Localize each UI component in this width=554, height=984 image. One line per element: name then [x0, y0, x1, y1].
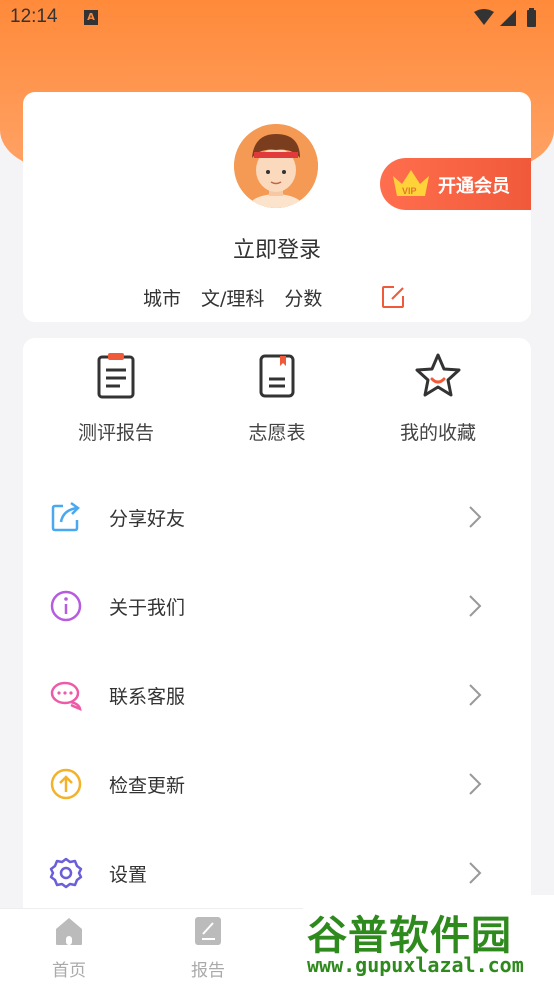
chevron-right-icon [469, 862, 482, 884]
menu-item-update[interactable]: 检查更新 [23, 739, 531, 828]
quick-report[interactable]: 测评报告 [31, 352, 201, 445]
menu-item-label: 联系客服 [109, 686, 186, 708]
score-label: 分数 [284, 288, 323, 310]
track-label: 文/理科 [201, 288, 265, 310]
bookmark-doc-icon [259, 354, 295, 398]
home-icon [56, 918, 82, 945]
tab-report-label: 报告 [191, 961, 225, 981]
vip-button[interactable]: VIP 开通会员 [380, 158, 531, 210]
crown-icon: VIP [393, 170, 429, 196]
quick-wishlist-label: 志愿表 [248, 422, 306, 444]
upload-icon [50, 768, 82, 800]
tab-report[interactable]: 报告 [168, 915, 248, 981]
report-tab-icon [195, 917, 221, 945]
quick-report-label: 测评报告 [77, 422, 154, 444]
chevron-right-icon [469, 684, 482, 706]
menu-item-about[interactable]: 关于我们 [23, 561, 531, 650]
star-icon [415, 353, 461, 397]
avatar-illustration-icon [234, 124, 318, 208]
svg-text:VIP: VIP [402, 186, 417, 196]
quick-favorites-label: 我的收藏 [399, 422, 476, 444]
menu-item-label: 设置 [109, 864, 148, 886]
watermark-url: www.gupuxlazal.com [307, 953, 524, 977]
status-bar: 12:14 A [0, 0, 554, 38]
gear-icon [49, 857, 83, 889]
chat-icon [50, 681, 82, 712]
menu-item-label: 分享好友 [109, 508, 186, 530]
quick-favorites[interactable]: 我的收藏 [353, 352, 523, 445]
chevron-right-icon [469, 595, 482, 617]
share-icon [51, 501, 80, 532]
info-icon [50, 590, 82, 622]
status-time: 12:14 [10, 6, 58, 27]
profile-meta[interactable]: 城市 文/理科 分数 [143, 284, 322, 311]
menu-item-support[interactable]: 联系客服 [23, 650, 531, 739]
tab-home[interactable]: 首页 [29, 915, 109, 981]
watermark: 谷普软件园 www.gupuxlazal.com [303, 895, 554, 984]
menu-item-label: 关于我们 [109, 597, 186, 619]
city-label: 城市 [143, 288, 182, 310]
tab-home-label: 首页 [52, 961, 86, 981]
edit-icon[interactable] [380, 284, 406, 310]
chevron-right-icon [469, 773, 482, 795]
signal-battery-icons [474, 8, 536, 27]
profile-card: 立即登录 城市 文/理科 分数 VIP 开通会员 [23, 92, 531, 322]
report-icon [97, 353, 135, 399]
quick-wishlist[interactable]: 志愿表 [192, 352, 362, 445]
login-link[interactable]: 立即登录 [23, 232, 531, 264]
chevron-right-icon [469, 506, 482, 528]
notification-icon: A [84, 10, 98, 25]
menu-item-label: 检查更新 [109, 775, 186, 797]
avatar[interactable] [234, 124, 318, 208]
menu-item-share[interactable]: 分享好友 [23, 472, 531, 561]
vip-label: 开通会员 [438, 176, 510, 197]
menu-card: 测评报告 志愿表 我的收藏 分享好友 关于我们 联系客服 检查更新 设置 [23, 338, 531, 918]
